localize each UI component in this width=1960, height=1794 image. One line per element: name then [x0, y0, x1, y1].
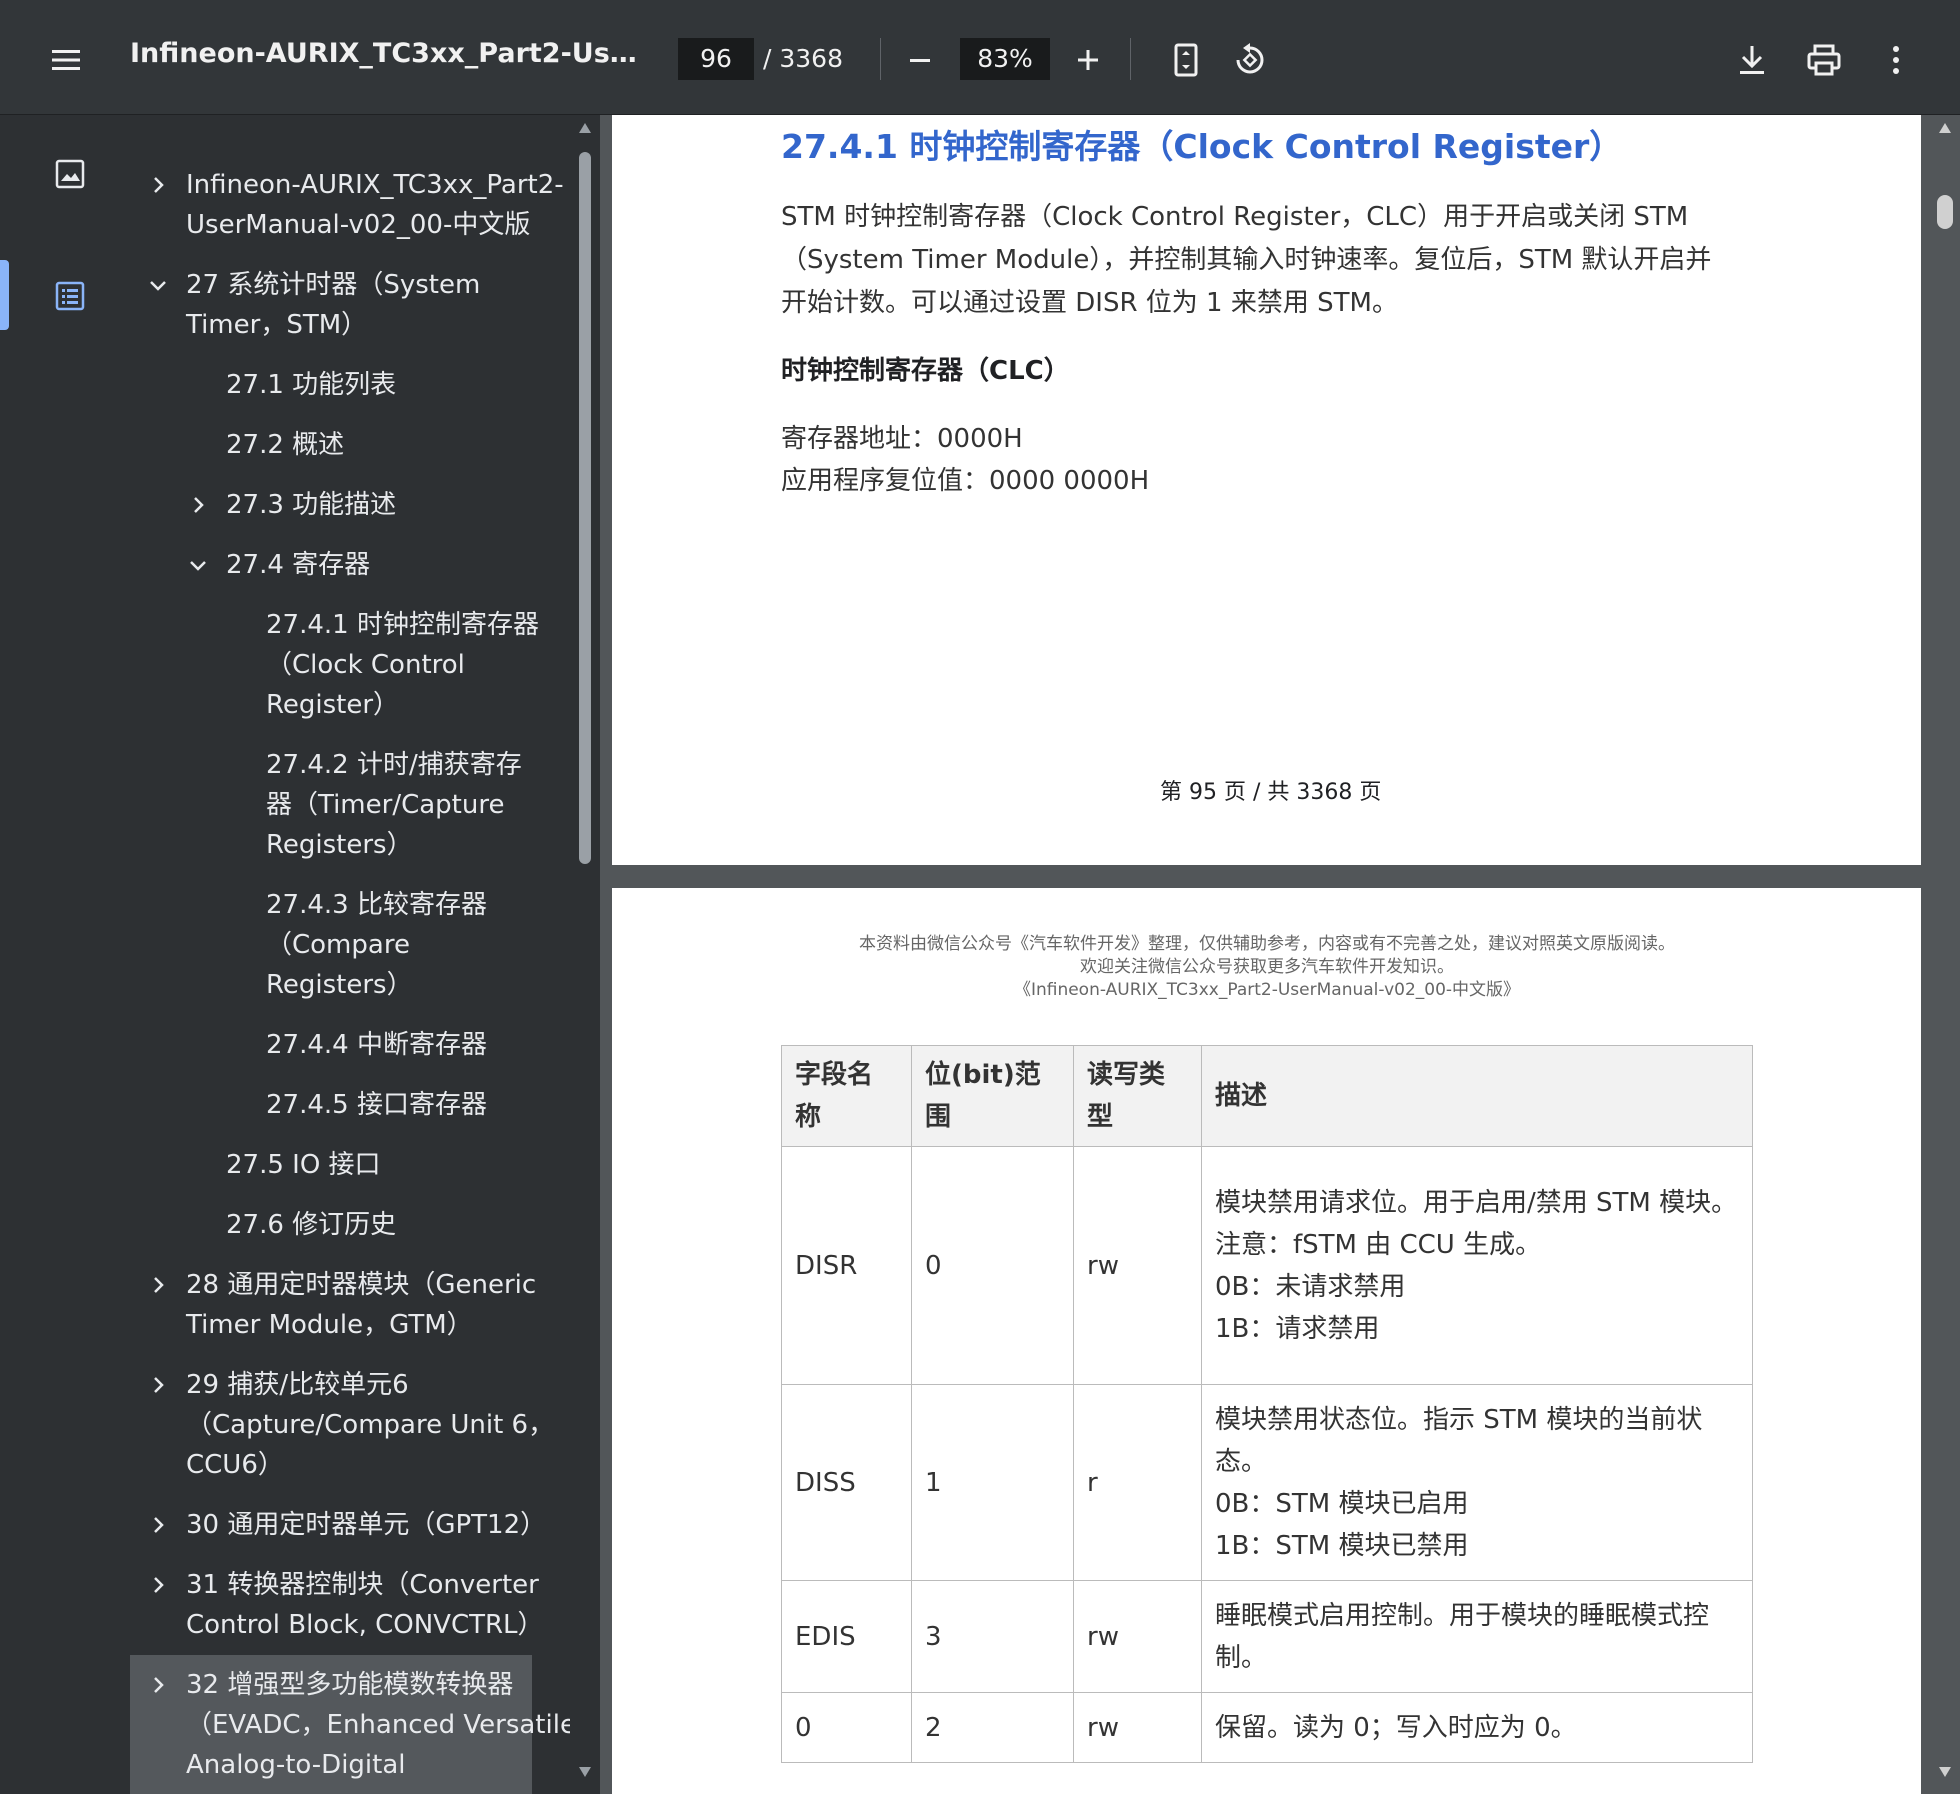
outline-item-ch28[interactable]: 28 通用定时器模块（Generic Timer Module，GTM） — [186, 1265, 536, 1345]
outline-item-ch30[interactable]: 30 通用定时器单元（GPT12） — [186, 1505, 546, 1545]
outline-item-27-4-4[interactable]: 27.4.4 中断寄存器 — [266, 1025, 487, 1065]
table-row: DISR 0 rw 模块禁用请求位。用于启用/禁用 STM 模块。 注意：fST… — [781, 1146, 1753, 1385]
toolbar-divider — [1130, 38, 1131, 80]
outline-item-27-4-1[interactable]: 27.4.1 时钟控制寄存器 （Clock Control Register） — [266, 605, 539, 725]
field-name-cell: DISR — [781, 1146, 912, 1385]
chevron-right-icon[interactable] — [148, 1575, 168, 1595]
toolbar-divider — [880, 38, 881, 80]
outline-item-27-5[interactable]: 27.5 IO 接口 — [226, 1145, 381, 1185]
table-row: EDIS 3 rw 睡眠模式启用控制。用于模块的睡眠模式控制。 — [781, 1580, 1753, 1693]
chevron-right-icon[interactable] — [148, 1515, 168, 1535]
outline-item-ch29[interactable]: 29 捕获/比较单元6 （Capture/Compare Unit 6， CCU6） — [186, 1365, 554, 1485]
outline-item-ch27[interactable]: 27 系统计时器（System Timer，STM） — [186, 265, 480, 345]
access-type-cell: rw — [1073, 1692, 1202, 1763]
more-vert-icon[interactable] — [1876, 38, 1916, 82]
fit-page-icon[interactable] — [1166, 38, 1206, 82]
outline-item-27-3[interactable]: 27.3 功能描述 — [226, 485, 396, 525]
scroll-up-arrow-icon[interactable] — [578, 122, 592, 134]
page-number-input[interactable]: 96 — [678, 38, 754, 80]
chevron-down-icon[interactable] — [188, 555, 208, 575]
chevron-right-icon[interactable] — [148, 175, 168, 195]
print-icon[interactable] — [1802, 38, 1846, 82]
table-row: 0 2 rw 保留。读为 0；写入时应为 0。 — [781, 1692, 1753, 1763]
outline-item-27-4-2[interactable]: 27.4.2 计时/捕获寄存 器（Timer/Capture Registers） — [266, 745, 522, 865]
description-cell: 保留。读为 0；写入时应为 0。 — [1201, 1692, 1753, 1763]
table-row: DISS 1 r 模块禁用状态位。指示 STM 模块的当前状态。 0B：STM … — [781, 1384, 1753, 1581]
bit-range-cell: 3 — [911, 1580, 1074, 1693]
rail-active-indicator — [0, 260, 9, 330]
column-header: 字段名称 — [781, 1045, 912, 1147]
outline-scrollbar-thumb[interactable] — [579, 152, 591, 864]
toolbar: Infineon-AURIX_TC3xx_Part2-UserMan... 96… — [0, 0, 1960, 115]
register-subheading: 时钟控制寄存器（CLC） — [781, 356, 1070, 386]
outline-item-27-4-5[interactable]: 27.4.5 接口寄存器 — [266, 1085, 487, 1125]
register-address: 寄存器地址：0000H — [781, 424, 1023, 454]
document-scrollbar[interactable] — [1932, 115, 1960, 1794]
zoom-out-icon[interactable] — [900, 40, 940, 80]
access-type-cell: rw — [1073, 1580, 1202, 1693]
bit-range-cell: 0 — [911, 1146, 1074, 1385]
description-cell: 睡眠模式启用控制。用于模块的睡眠模式控制。 — [1201, 1580, 1753, 1693]
outline-item-ch31[interactable]: 31 转换器控制块（Converter Control Block, CONVCT… — [186, 1565, 544, 1645]
document-title: Infineon-AURIX_TC3xx_Part2-UserMan... — [130, 38, 650, 69]
field-name-cell: DISS — [781, 1384, 912, 1581]
field-name-cell: EDIS — [781, 1580, 912, 1693]
access-type-cell: r — [1073, 1384, 1202, 1581]
field-name-cell: 0 — [781, 1692, 912, 1763]
download-icon[interactable] — [1730, 38, 1774, 82]
sidebar-rail — [0, 115, 130, 1794]
page-header-note: 本资料由微信公众号《汽车软件开发》整理，仅供辅助参考，内容或有不完善之处，建议对… — [859, 934, 1675, 1000]
outline-item-27-1[interactable]: 27.1 功能列表 — [226, 365, 396, 405]
document-scrollbar-thumb[interactable] — [1937, 195, 1953, 229]
chevron-right-icon[interactable] — [148, 1275, 168, 1295]
scroll-down-arrow-icon[interactable] — [578, 1766, 592, 1778]
table-header-row: 字段名称 位(bit)范围 读写类型 描述 — [781, 1045, 1753, 1147]
bit-range-cell: 1 — [911, 1384, 1074, 1581]
page-footer: 第 95 页 / 共 3368 页 — [1160, 780, 1382, 805]
scroll-up-arrow-icon[interactable] — [1938, 122, 1952, 134]
outline-item-27-4-3[interactable]: 27.4.3 比较寄存器 （Compare Registers） — [266, 885, 487, 1005]
zoom-level-field[interactable]: 83% — [960, 38, 1050, 80]
chevron-right-icon[interactable] — [188, 495, 208, 515]
section-heading: 27.4.1 时钟控制寄存器（Clock Control Register） — [781, 127, 1623, 166]
register-reset-value: 应用程序复位值：0000 0000H — [781, 466, 1150, 496]
description-cell: 模块禁用请求位。用于启用/禁用 STM 模块。 注意：fSTM 由 CCU 生成… — [1201, 1146, 1753, 1385]
rotate-icon[interactable] — [1228, 38, 1272, 82]
outline-item-27-4[interactable]: 27.4 寄存器 — [226, 545, 370, 585]
outline-item-doc-root[interactable]: Infineon-AURIX_TC3xx_Part2- UserManual-v0… — [186, 165, 564, 245]
description-cell: 模块禁用状态位。指示 STM 模块的当前状态。 0B：STM 模块已启用 1B：… — [1201, 1384, 1753, 1581]
outline-item-27-6[interactable]: 27.6 修订历史 — [226, 1205, 396, 1245]
register-field-table: 字段名称 位(bit)范围 读写类型 描述 DISR 0 rw 模块禁用请求位。… — [781, 1045, 1753, 1763]
outline-panel: Infineon-AURIX_TC3xx_Part2- UserManual-v0… — [130, 115, 570, 1794]
bit-range-cell: 2 — [911, 1692, 1074, 1763]
column-header: 位(bit)范围 — [911, 1045, 1074, 1147]
column-header: 描述 — [1201, 1045, 1753, 1147]
thumbnail-view-icon[interactable] — [48, 152, 92, 196]
chevron-right-icon[interactable] — [148, 1675, 168, 1695]
outline-view-icon[interactable] — [48, 274, 92, 318]
access-type-cell: rw — [1073, 1146, 1202, 1385]
page-total: / 3368 — [763, 44, 843, 73]
scroll-down-arrow-icon[interactable] — [1938, 1766, 1952, 1778]
chevron-right-icon[interactable] — [148, 1375, 168, 1395]
column-header: 读写类型 — [1073, 1045, 1202, 1147]
outline-item-ch32[interactable]: 32 增强型多功能模数转换器 （EVADC，Enhanced Versatile A… — [186, 1665, 570, 1785]
zoom-in-icon[interactable] — [1068, 40, 1108, 80]
outline-item-27-2[interactable]: 27.2 概述 — [226, 425, 344, 465]
intro-paragraph: STM 时钟控制寄存器（Clock Control Register，CLC）用… — [781, 202, 1712, 318]
chevron-down-icon[interactable] — [148, 275, 168, 295]
menu-icon[interactable] — [44, 40, 88, 80]
